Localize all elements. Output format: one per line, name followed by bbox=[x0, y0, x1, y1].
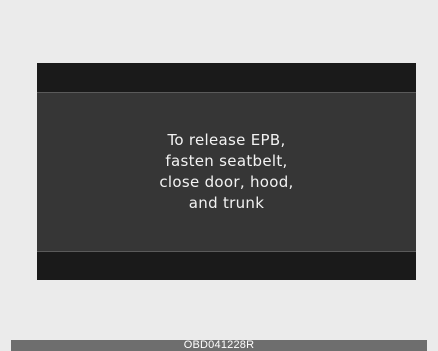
figure-code: OBD041228R bbox=[183, 339, 255, 351]
message-line-2: fasten seatbelt, bbox=[165, 152, 288, 170]
display-header-bar bbox=[37, 63, 416, 93]
display-message-area: To release EPB, fasten seatbelt, close d… bbox=[37, 93, 416, 251]
message-line-4: and trunk bbox=[188, 194, 265, 212]
display-footer-bar bbox=[37, 251, 416, 280]
message-line-3: close door, hood, bbox=[159, 173, 294, 191]
warning-message: To release EPB, fasten seatbelt, close d… bbox=[159, 130, 293, 214]
figure-caption-bar: OBD041228R bbox=[11, 340, 427, 351]
message-line-1: To release EPB, bbox=[167, 131, 286, 149]
cluster-display: To release EPB, fasten seatbelt, close d… bbox=[37, 63, 416, 280]
